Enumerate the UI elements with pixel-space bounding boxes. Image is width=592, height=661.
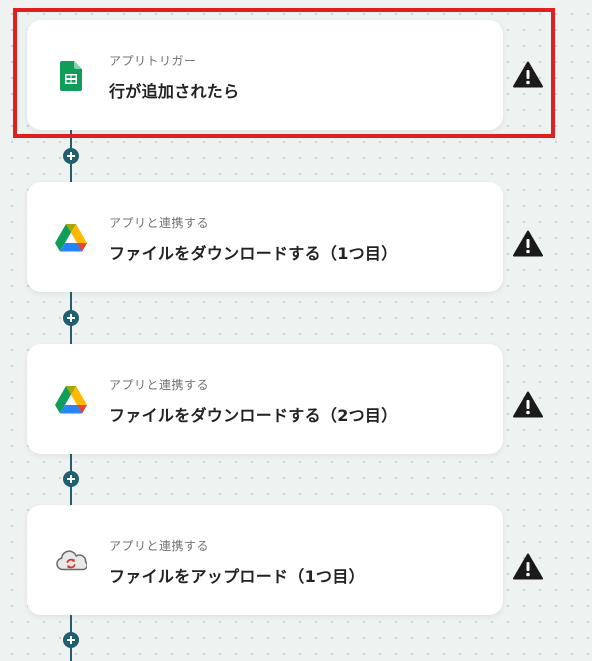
google-sheets-icon xyxy=(55,60,87,92)
add-step-button[interactable] xyxy=(63,471,79,487)
warning-icon[interactable] xyxy=(513,61,543,88)
step-type-label: アプリと連携する xyxy=(109,539,210,553)
step-card-download-2[interactable]: アプリと連携する ファイルをダウンロードする（2つ目） xyxy=(27,344,503,454)
step-title: ファイルをアップロード（1つ目） xyxy=(109,567,365,586)
step-type-label: アプリと連携する xyxy=(109,216,210,230)
google-drive-icon xyxy=(55,222,87,254)
plus-icon xyxy=(67,636,75,644)
google-drive-icon xyxy=(55,384,87,416)
plus-icon xyxy=(67,152,75,160)
plus-icon xyxy=(67,475,75,483)
step-card-trigger[interactable]: アプリトリガー 行が追加されたら xyxy=(27,20,503,130)
warning-icon[interactable] xyxy=(513,230,543,257)
warning-icon[interactable] xyxy=(513,391,543,418)
cloud-sync-icon xyxy=(55,545,87,577)
step-title: ファイルをダウンロードする（2つ目） xyxy=(109,406,398,425)
flow-canvas: アプリトリガー 行が追加されたら アプリと連携する ファイルをダウンロードする（… xyxy=(0,0,592,661)
plus-icon xyxy=(67,314,75,322)
step-card-download-1[interactable]: アプリと連携する ファイルをダウンロードする（1つ目） xyxy=(27,182,503,292)
add-step-button[interactable] xyxy=(63,632,79,648)
step-type-label: アプリトリガー xyxy=(109,54,197,68)
step-title: ファイルをダウンロードする（1つ目） xyxy=(109,244,398,263)
add-step-button[interactable] xyxy=(63,148,79,164)
step-card-upload-1[interactable]: アプリと連携する ファイルをアップロード（1つ目） xyxy=(27,505,503,615)
step-type-label: アプリと連携する xyxy=(109,378,210,392)
warning-icon[interactable] xyxy=(513,553,543,580)
step-title: 行が追加されたら xyxy=(109,82,240,101)
add-step-button[interactable] xyxy=(63,310,79,326)
